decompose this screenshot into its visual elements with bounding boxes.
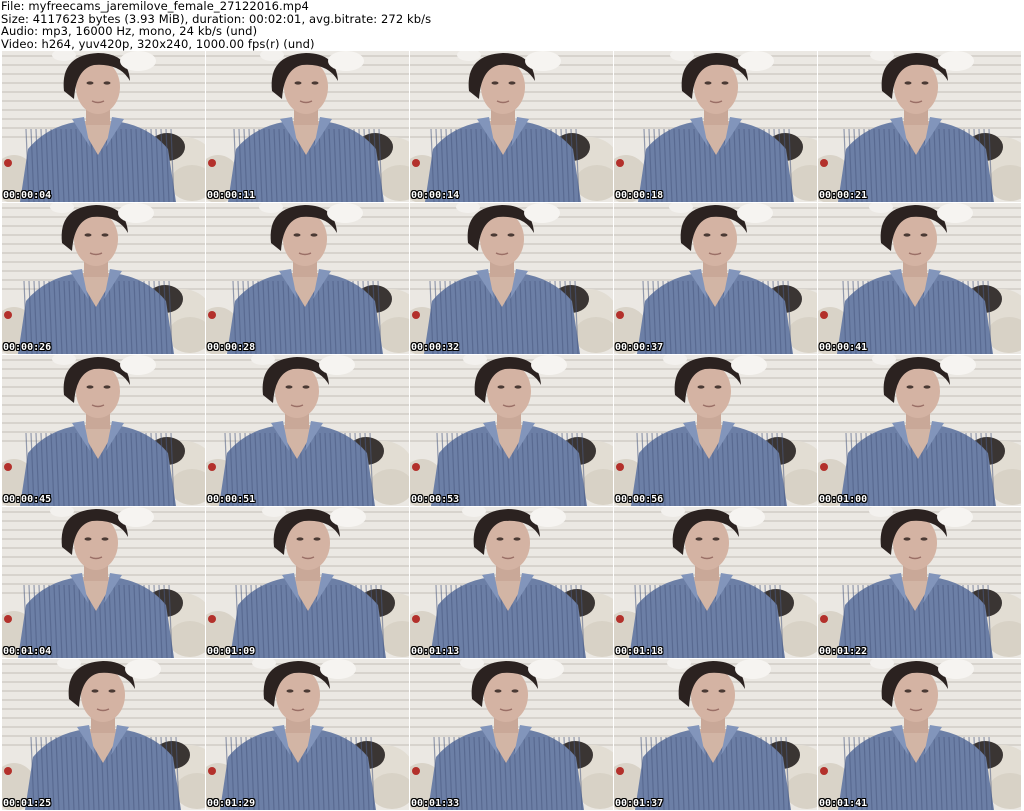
frame-timestamp: 00:00:11 bbox=[207, 190, 256, 201]
video-frame-thumbnail: 00:00:53 bbox=[410, 355, 613, 506]
frame-image bbox=[2, 507, 205, 658]
frame-timestamp: 00:00:21 bbox=[819, 190, 868, 201]
video-frame-thumbnail: 00:01:37 bbox=[614, 659, 817, 810]
video-frame-thumbnail: 00:00:28 bbox=[206, 203, 409, 354]
frame-timestamp: 00:00:28 bbox=[207, 342, 256, 353]
frame-image bbox=[410, 507, 613, 658]
frame-image bbox=[206, 659, 409, 810]
file-info-header: File: myfreecams_jaremilove_female_27122… bbox=[1, 0, 1021, 50]
video-frame-thumbnail: 00:01:41 bbox=[818, 659, 1021, 810]
video-frame-thumbnail: 00:01:29 bbox=[206, 659, 409, 810]
frame-timestamp: 00:00:51 bbox=[207, 494, 256, 505]
audio-info-line: Audio: mp3, 16000 Hz, mono, 24 kb/s (und… bbox=[1, 24, 258, 38]
frame-timestamp: 00:01:41 bbox=[819, 798, 868, 809]
frame-timestamp: 00:01:25 bbox=[3, 798, 52, 809]
frame-timestamp: 00:01:37 bbox=[615, 798, 664, 809]
frame-timestamp: 00:01:00 bbox=[819, 494, 868, 505]
frame-image bbox=[614, 659, 817, 810]
frame-timestamp: 00:01:13 bbox=[411, 646, 460, 657]
video-frame-thumbnail: 00:00:56 bbox=[614, 355, 817, 506]
video-frame-thumbnail: 00:01:09 bbox=[206, 507, 409, 658]
frame-image bbox=[2, 659, 205, 810]
video-frame-thumbnail: 00:00:26 bbox=[2, 203, 205, 354]
video-frame-thumbnail: 00:00:18 bbox=[614, 51, 817, 202]
frame-timestamp: 00:01:04 bbox=[3, 646, 52, 657]
frame-image bbox=[818, 203, 1021, 354]
frame-image bbox=[818, 51, 1021, 202]
frame-image bbox=[206, 355, 409, 506]
video-frame-thumbnail: 00:00:14 bbox=[410, 51, 613, 202]
frame-timestamp: 00:01:09 bbox=[207, 646, 256, 657]
frame-timestamp: 00:00:45 bbox=[3, 494, 52, 505]
frame-image bbox=[2, 203, 205, 354]
thumbnail-grid: 00:00:04 00:00:11 00:00:14 00:00:18 00:00:21… bbox=[2, 51, 1022, 811]
frame-timestamp: 00:00:53 bbox=[411, 494, 460, 505]
frame-image bbox=[2, 51, 205, 202]
frame-image bbox=[206, 203, 409, 354]
video-frame-thumbnail: 00:01:22 bbox=[818, 507, 1021, 658]
video-frame-thumbnail: 00:00:45 bbox=[2, 355, 205, 506]
frame-image bbox=[206, 51, 409, 202]
frame-image bbox=[410, 355, 613, 506]
video-frame-thumbnail: 00:00:32 bbox=[410, 203, 613, 354]
video-frame-thumbnail: 00:01:13 bbox=[410, 507, 613, 658]
video-frame-thumbnail: 00:01:33 bbox=[410, 659, 613, 810]
frame-image bbox=[2, 355, 205, 506]
video-info-line: Video: h264, yuv420p, 320x240, 1000.00 f… bbox=[1, 36, 315, 51]
frame-image bbox=[614, 507, 817, 658]
frame-timestamp: 00:01:18 bbox=[615, 646, 664, 657]
frame-timestamp: 00:01:33 bbox=[411, 798, 460, 809]
frame-timestamp: 00:00:56 bbox=[615, 494, 664, 505]
frame-image bbox=[410, 51, 613, 202]
frame-image bbox=[818, 659, 1021, 810]
frame-image bbox=[614, 203, 817, 354]
video-frame-thumbnail: 00:00:37 bbox=[614, 203, 817, 354]
frame-image bbox=[614, 355, 817, 506]
frame-timestamp: 00:00:14 bbox=[411, 190, 460, 201]
video-frame-thumbnail: 00:00:04 bbox=[2, 51, 205, 202]
file-name-line: File: myfreecams_jaremilove_female_27122… bbox=[1, 0, 309, 13]
video-frame-thumbnail: 00:01:18 bbox=[614, 507, 817, 658]
video-frame-thumbnail: 00:00:51 bbox=[206, 355, 409, 506]
frame-timestamp: 00:00:41 bbox=[819, 342, 868, 353]
video-frame-thumbnail: 00:00:11 bbox=[206, 51, 409, 202]
frame-timestamp: 00:00:37 bbox=[615, 342, 664, 353]
frame-timestamp: 00:01:22 bbox=[819, 646, 868, 657]
frame-timestamp: 00:00:26 bbox=[3, 342, 52, 353]
frame-image bbox=[206, 507, 409, 658]
video-frame-thumbnail: 00:01:00 bbox=[818, 355, 1021, 506]
frame-timestamp: 00:00:32 bbox=[411, 342, 460, 353]
frame-timestamp: 00:00:18 bbox=[615, 190, 664, 201]
frame-image bbox=[818, 507, 1021, 658]
video-frame-thumbnail: 00:00:41 bbox=[818, 203, 1021, 354]
frame-image bbox=[614, 51, 817, 202]
frame-timestamp: 00:01:29 bbox=[207, 798, 256, 809]
frame-image bbox=[410, 659, 613, 810]
frame-image bbox=[410, 203, 613, 354]
video-frame-thumbnail: 00:00:21 bbox=[818, 51, 1021, 202]
video-frame-thumbnail: 00:01:04 bbox=[2, 507, 205, 658]
frame-timestamp: 00:00:04 bbox=[3, 190, 52, 201]
video-frame-thumbnail: 00:01:25 bbox=[2, 659, 205, 810]
frame-image bbox=[818, 355, 1021, 506]
